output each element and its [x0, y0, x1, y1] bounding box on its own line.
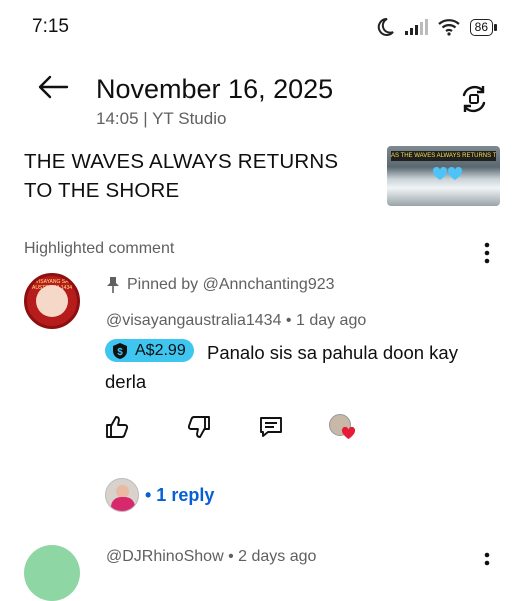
super-thanks-amount: A$2.99 [135, 341, 186, 359]
more-vertical-icon [484, 552, 490, 566]
dislike-button[interactable] [186, 414, 212, 440]
pinned-by-text: Pinned by @Annchanting923 [127, 276, 335, 293]
next-more-options-button[interactable] [478, 550, 496, 570]
red-heart-icon [341, 426, 356, 440]
thumbnail-caption: AS THE WAVES ALWAYS RETURNS TO THE SHORE [391, 151, 496, 161]
comment-time: 1 day ago [295, 312, 367, 329]
status-time: 7:15 [32, 16, 69, 37]
signal-icon [404, 19, 428, 35]
back-button[interactable] [36, 72, 70, 102]
heart-icon [432, 166, 448, 180]
comment-meta: @visayangaustralia1434 • 1 day ago [106, 312, 366, 330]
view-replies-link[interactable]: • 1 reply [145, 485, 214, 506]
pin-icon [107, 277, 119, 293]
arrow-left-icon [38, 75, 69, 99]
super-thanks-dollar-icon: $ [113, 342, 127, 359]
avatar-photo [36, 285, 68, 317]
reply-avatar[interactable] [105, 478, 139, 512]
video-thumbnail[interactable]: AS THE WAVES ALWAYS RETURNS TO THE SHORE [387, 146, 500, 206]
pinned-row: Pinned by @Annchanting923 [106, 276, 335, 294]
battery-indicator: 86 [469, 18, 498, 36]
creator-heart-button[interactable] [329, 414, 357, 442]
reply-avatar-body [111, 497, 135, 511]
highlighted-comment-label: Highlighted comment [24, 240, 175, 257]
do-not-disturb-moon-icon [377, 17, 394, 36]
next-commenter-avatar[interactable] [24, 545, 80, 601]
page-subtitle: 14:05 | YT Studio [96, 109, 227, 128]
heart-icon [447, 166, 463, 180]
comment-author[interactable]: @visayangaustralia1434 [106, 312, 281, 329]
video-title[interactable]: THE WAVES ALWAYS RETURNS TO THE SHORE [24, 147, 369, 205]
meta-separator: • [285, 312, 296, 329]
reply-button[interactable] [258, 414, 284, 440]
svg-text:$: $ [117, 347, 123, 358]
history-button[interactable] [458, 83, 490, 115]
next-comment-meta: @DJRhinoShow • 2 days ago [106, 548, 317, 565]
thumbs-down-icon [187, 416, 210, 438]
wifi-icon [437, 19, 460, 36]
sync-history-icon [462, 85, 486, 113]
super-thanks-chip: $ A$2.99 [105, 339, 194, 362]
more-vertical-icon [484, 242, 490, 264]
like-button[interactable] [104, 414, 130, 440]
comment-reply-icon [260, 417, 282, 437]
commenter-avatar[interactable]: VISAYANG SA AUSTRALIA 1434 [24, 273, 80, 329]
status-icons: 86 [375, 17, 498, 37]
thumbs-up-icon [106, 416, 129, 438]
page-title: November 16, 2025 [96, 74, 334, 104]
more-options-button[interactable] [478, 240, 496, 266]
